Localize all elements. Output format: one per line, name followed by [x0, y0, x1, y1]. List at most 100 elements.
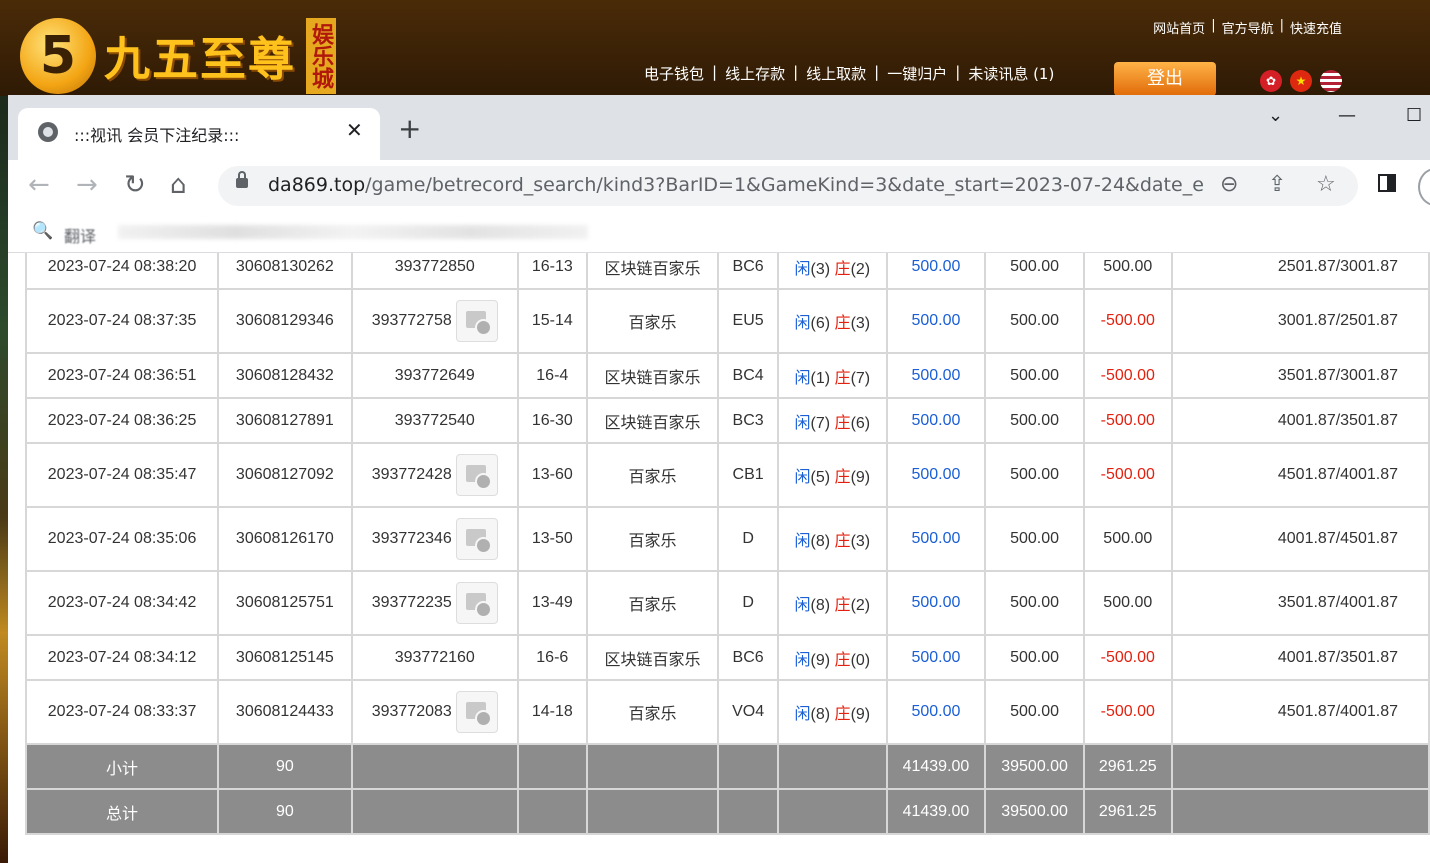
- banker-label: 庄: [834, 315, 851, 332]
- table-row: 2023-07-24 08:34:12 30608125145 393772160 1…: [24, 634, 1430, 681]
- player-label: 闲: [794, 469, 811, 486]
- valid-amount: 500.00: [984, 253, 1085, 290]
- summary-label: 总计: [24, 788, 220, 835]
- forward-arrow-icon[interactable]: →: [76, 170, 98, 200]
- tab-search-chevron-icon[interactable]: ⌄: [1268, 105, 1283, 126]
- balance: 4501.87/4001.87: [1170, 679, 1430, 745]
- table-number: 13-50: [516, 506, 588, 572]
- banker-score: (9): [850, 469, 871, 486]
- bet-time: 2023-07-24 08:38:20: [24, 253, 220, 290]
- room-code: D: [717, 506, 780, 572]
- url-path: /game/betrecord_search/kind3?BarID=1&Gam…: [365, 174, 1203, 196]
- bookmark-star-icon[interactable]: ☆: [1316, 172, 1336, 197]
- home-icon[interactable]: ⌂: [170, 170, 187, 200]
- bet-time: 2023-07-24 08:34:42: [24, 570, 220, 636]
- separator: |: [874, 63, 880, 81]
- room-code: BC3: [717, 397, 780, 444]
- valid-amount: 500.00: [984, 506, 1085, 572]
- player-label: 闲: [794, 597, 811, 614]
- banker-label: 庄: [834, 369, 851, 387]
- player-score: (7): [810, 414, 835, 432]
- subtotal-row: 小计 90 41439.00 39500.00 2961.25: [24, 743, 1430, 790]
- nav-unread-messages[interactable]: 未读讯息 (1): [968, 63, 1054, 84]
- active-tab[interactable]: :::视讯 会员下注纪录::: ✕: [18, 108, 380, 160]
- bet-id: 30608128432: [217, 352, 353, 399]
- win-amount: 500.00: [1082, 506, 1173, 572]
- address-bar[interactable]: da869.top/game/betrecord_search/kind3?Ba…: [218, 166, 1358, 206]
- banker-label: 庄: [834, 706, 851, 723]
- bookmark-translate[interactable]: 翻译: [64, 223, 96, 247]
- room-code: CB1: [717, 442, 780, 508]
- round-number: 393772540: [394, 411, 475, 429]
- us-flag-icon[interactable]: [1320, 70, 1342, 92]
- game-type: 区块链百家乐: [585, 253, 720, 290]
- minimize-icon[interactable]: —: [1338, 105, 1356, 126]
- background-page-edge: [0, 96, 8, 863]
- table-row: 2023-07-24 08:35:47 30608127092 393772428 1…: [24, 442, 1430, 508]
- reload-icon[interactable]: ↻: [124, 170, 146, 200]
- game-type: 区块链百家乐: [585, 352, 720, 399]
- browser-window: :::视讯 会员下注纪录::: ✕ + ⌄ — ☐ ← → ↻ ⌂ da869.…: [8, 95, 1430, 863]
- site-logo[interactable]: 5 九五至尊 娱乐城: [20, 18, 336, 94]
- new-tab-button[interactable]: +: [398, 115, 421, 143]
- empty-cell: [585, 788, 720, 835]
- video-replay-icon[interactable]: [455, 691, 498, 733]
- total-row: 总计 90 41439.00 39500.00 2961.25: [24, 788, 1430, 835]
- blurred-bookmarks: [118, 225, 588, 239]
- official-nav-link[interactable]: 官方导航: [1222, 18, 1274, 37]
- logout-button[interactable]: 登出: [1114, 62, 1216, 96]
- empty-cell: [350, 788, 519, 835]
- result: 闲(1) 庄(7): [777, 352, 888, 399]
- player-label: 闲: [794, 315, 811, 332]
- empty-cell: [717, 743, 780, 790]
- video-replay-icon[interactable]: [455, 454, 498, 496]
- profile-avatar[interactable]: [1418, 168, 1430, 206]
- round-number: 393772850: [394, 257, 475, 275]
- lock-icon[interactable]: [236, 171, 248, 188]
- table-number: 15-14: [516, 288, 588, 354]
- room-code: BC4: [717, 352, 780, 399]
- empty-cell: [516, 788, 588, 835]
- bet-time: 2023-07-24 08:36:51: [24, 352, 220, 399]
- quick-recharge-link[interactable]: 快速充值: [1290, 18, 1342, 37]
- nav-deposit[interactable]: 线上存款: [725, 63, 785, 84]
- round-id: 393772428: [350, 442, 519, 508]
- share-icon[interactable]: ⇪: [1268, 172, 1286, 197]
- banker-label: 庄: [834, 533, 851, 550]
- round-id: 393772758: [350, 288, 519, 354]
- search-icon[interactable]: 🔍: [32, 221, 53, 241]
- player-label: 闲: [794, 651, 811, 669]
- table-number: 14-18: [516, 679, 588, 745]
- valid-amount: 500.00: [984, 288, 1085, 354]
- back-arrow-icon[interactable]: ←: [28, 170, 50, 200]
- globe-icon: [38, 122, 58, 142]
- round-id: 393772235: [350, 570, 519, 636]
- side-panel-icon[interactable]: [1378, 174, 1396, 192]
- game-type: 百家乐: [585, 442, 720, 508]
- bet-id: 30608130262: [217, 253, 353, 290]
- cn-flag-icon[interactable]: ★: [1290, 70, 1312, 92]
- url-text[interactable]: da869.top/game/betrecord_search/kind3?Ba…: [268, 174, 1203, 196]
- maximize-icon[interactable]: ☐: [1406, 105, 1422, 126]
- round-id: 393772160: [350, 634, 519, 681]
- video-replay-icon[interactable]: [455, 582, 498, 624]
- zoom-icon[interactable]: ⊖: [1220, 172, 1238, 197]
- player-label: 闲: [794, 414, 811, 432]
- hk-flag-icon[interactable]: ✿: [1260, 70, 1282, 92]
- browser-toolbar: ← → ↻ ⌂ da869.top/game/betrecord_search/…: [8, 160, 1430, 212]
- nav-consolidate[interactable]: 一键归户: [887, 63, 947, 84]
- table-row: 2023-07-24 08:33:37 30608124433 393772083 1…: [24, 679, 1430, 745]
- nav-withdraw[interactable]: 线上取款: [806, 63, 866, 84]
- round-id: 393772850: [350, 253, 519, 290]
- nav-wallet[interactable]: 电子钱包: [644, 63, 704, 84]
- player-score: (8): [810, 597, 835, 614]
- video-replay-icon[interactable]: [455, 300, 498, 342]
- banker-score: (7): [850, 369, 871, 387]
- video-replay-icon[interactable]: [455, 518, 498, 560]
- home-link[interactable]: 网站首页: [1153, 18, 1205, 37]
- bet-time: 2023-07-24 08:35:06: [24, 506, 220, 572]
- round-id: 393772649: [350, 352, 519, 399]
- balance: 4001.87/4501.87: [1170, 506, 1430, 572]
- close-tab-icon[interactable]: ✕: [346, 118, 363, 142]
- empty-cell: [516, 743, 588, 790]
